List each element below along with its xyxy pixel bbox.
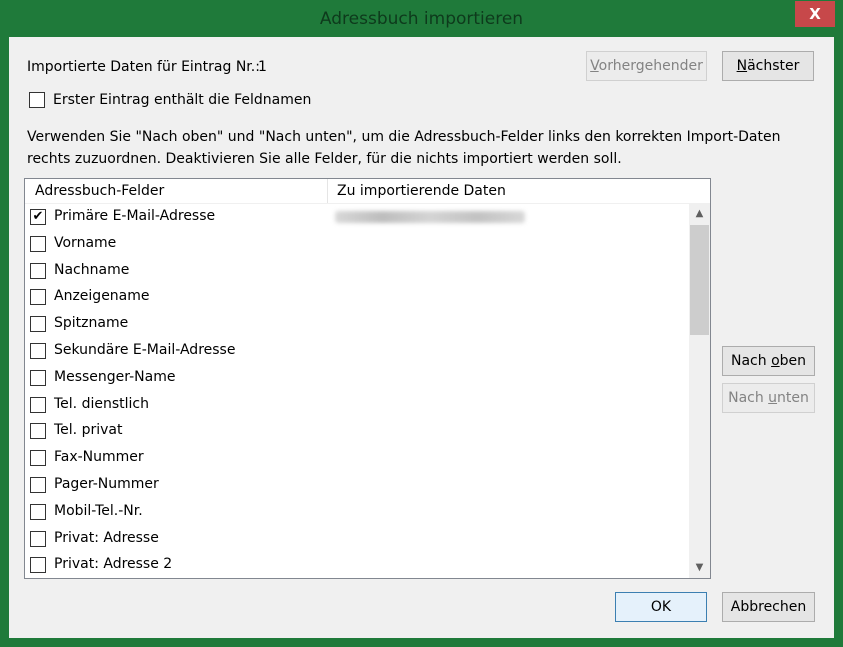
row-label: Tel. privat bbox=[54, 422, 123, 439]
entry-label: Importierte Daten für Eintrag Nr.: bbox=[27, 59, 260, 75]
move-up-button[interactable]: Nach oben bbox=[722, 346, 815, 376]
list-row[interactable]: Nachname bbox=[25, 258, 689, 285]
row-checkbox[interactable] bbox=[30, 503, 46, 520]
list-row[interactable]: Spitzname bbox=[25, 311, 689, 338]
row-checkbox[interactable] bbox=[30, 530, 46, 547]
cancel-button[interactable]: Abbrechen bbox=[722, 592, 815, 622]
column-header-fields[interactable]: Adressbuch-Felder bbox=[35, 183, 164, 199]
next-button[interactable]: Nächster bbox=[722, 51, 814, 81]
list-row[interactable]: Messenger-Name bbox=[25, 365, 689, 392]
row-label: Pager-Nummer bbox=[54, 476, 159, 492]
list-row[interactable]: Anzeigename bbox=[25, 284, 689, 311]
list-row[interactable]: Privat: Adresse bbox=[25, 526, 689, 553]
list-row[interactable]: Sekundäre E-Mail-Adresse bbox=[25, 338, 689, 365]
row-checkbox[interactable] bbox=[30, 396, 46, 413]
list-row[interactable]: Vorname bbox=[25, 231, 689, 258]
column-header-data[interactable]: Zu importierende Daten bbox=[337, 183, 506, 199]
dialog-body: Importierte Daten für Eintrag Nr.: 1 Vor… bbox=[9, 37, 834, 638]
blurred-import-value bbox=[335, 211, 525, 223]
row-checkbox[interactable] bbox=[30, 235, 46, 252]
list-row[interactable]: ✔ Primäre E-Mail-Adresse bbox=[25, 204, 689, 231]
row-checkbox[interactable] bbox=[30, 557, 46, 574]
row-label: Primäre E-Mail-Adresse bbox=[54, 208, 216, 224]
list-row[interactable]: Pager-Nummer bbox=[25, 472, 689, 499]
first-row-fieldnames-label: Erster Eintrag enthält die Feldnamen bbox=[53, 92, 312, 108]
row-label: Messenger-Name bbox=[54, 368, 176, 385]
instructions: Verwenden Sie "Nach oben" und "Nach unte… bbox=[27, 129, 781, 167]
row-label: Vorname bbox=[54, 234, 117, 251]
row-label: Fax-Nummer bbox=[54, 449, 144, 466]
row-label: Anzeigename bbox=[54, 288, 150, 305]
list-row[interactable]: Tel. dienstlich bbox=[25, 392, 689, 419]
column-separator[interactable] bbox=[327, 179, 328, 203]
row-label: Mobil-Tel.-Nr. bbox=[54, 502, 143, 519]
row-checkbox[interactable] bbox=[30, 343, 46, 359]
row-checkbox[interactable]: ✔ bbox=[30, 209, 46, 225]
row-checkbox[interactable] bbox=[30, 369, 46, 386]
vertical-scrollbar[interactable]: ▲ ▼ bbox=[689, 204, 710, 578]
list-header: Adressbuch-Felder Zu importierende Daten bbox=[25, 179, 710, 204]
row-label: Spitzname bbox=[54, 315, 129, 332]
row-checkbox[interactable] bbox=[30, 423, 46, 440]
row-label: Nachname bbox=[54, 261, 130, 278]
previous-button[interactable]: Vorhergehender bbox=[586, 51, 707, 81]
row-checkbox[interactable] bbox=[30, 316, 46, 333]
close-button[interactable]: X bbox=[795, 1, 835, 27]
list-row[interactable]: Fax-Nummer bbox=[25, 445, 689, 472]
window-title: Adressbuch importieren bbox=[319, 9, 524, 29]
row-checkbox[interactable] bbox=[30, 450, 46, 467]
scroll-up-arrow-icon[interactable]: ▲ bbox=[689, 204, 710, 224]
move-down-button[interactable]: Nach unten bbox=[722, 383, 815, 413]
row-label: Sekundäre E-Mail-Adresse bbox=[54, 342, 236, 358]
field-mapping-list[interactable]: Adressbuch-Felder Zu importierende Daten… bbox=[24, 178, 711, 579]
list-row[interactable]: Tel. privat bbox=[25, 418, 689, 445]
row-label: Privat: Adresse 2 bbox=[54, 556, 173, 573]
entry-number: 1 bbox=[258, 59, 267, 75]
ok-button[interactable]: OK bbox=[615, 592, 707, 622]
list-row[interactable]: Mobil-Tel.-Nr. bbox=[25, 499, 689, 526]
row-checkbox[interactable] bbox=[30, 289, 46, 306]
scroll-down-arrow-icon[interactable]: ▼ bbox=[689, 558, 710, 578]
first-row-fieldnames-checkbox[interactable] bbox=[29, 92, 45, 108]
row-label: Privat: Adresse bbox=[54, 529, 159, 546]
row-label: Tel. dienstlich bbox=[54, 395, 149, 412]
scrollbar-thumb[interactable] bbox=[690, 225, 709, 335]
row-checkbox[interactable] bbox=[30, 477, 46, 493]
row-checkbox[interactable] bbox=[30, 262, 46, 279]
list-row[interactable]: Privat: Adresse 2 bbox=[25, 552, 689, 578]
